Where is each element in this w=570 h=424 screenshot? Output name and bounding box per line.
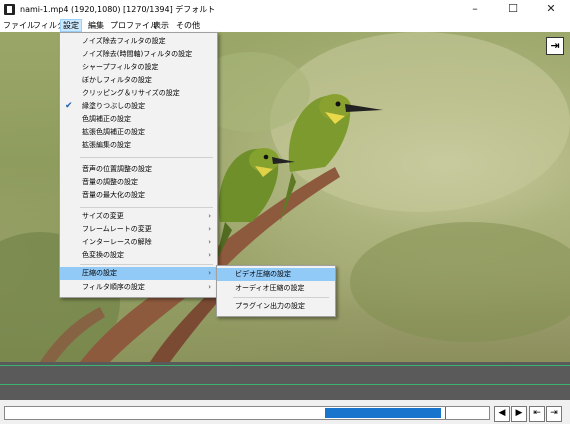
menu-item-color-conversion[interactable]: 色変換の設定 › — [60, 249, 217, 262]
minimize-icon[interactable]: – — [456, 0, 494, 19]
menu-item-sharpen-filter[interactable]: シャープフィルタの設定 — [60, 61, 217, 74]
submenu-arrow-icon: › — [208, 238, 211, 246]
menu-item-temporal-noise-filter[interactable]: ノイズ除去(時間軸)フィルタの設定 — [60, 48, 217, 61]
title-bar: nami-1.mp4 (1920,1080) [1270/1394] デフォルト… — [0, 0, 570, 19]
menu-item-plugin-output[interactable]: プラグイン出力の設定 — [217, 300, 335, 313]
submenu-arrow-icon: › — [208, 269, 211, 277]
seek-bar-marker — [445, 407, 446, 419]
seek-bar-fill — [325, 408, 441, 418]
menu-item-volume-maximize[interactable]: 音量の最大化の設定 — [60, 189, 217, 202]
window-title: nami-1.mp4 (1920,1080) [1270/1394] デフォルト — [20, 5, 216, 14]
menu-bar: ファイル フィルタ 設定 編集 プロファイル 表示 その他 — [0, 19, 570, 32]
menu-separator — [80, 207, 213, 208]
menu-item-border-fill[interactable]: ✔ 縁塗りつぶしの設定 — [60, 100, 217, 113]
menu-item-filter-order[interactable]: フィルタ順序の設定 › — [60, 281, 217, 294]
menu-item-extended-edit[interactable]: 拡張編集の設定 — [60, 139, 217, 152]
menu-item-blur-filter[interactable]: ぼかしフィルタの設定 — [60, 74, 217, 87]
seek-bar[interactable] — [4, 406, 490, 420]
skip-end-icon[interactable]: ⇥ — [546, 406, 562, 422]
app-icon[interactable] — [4, 4, 15, 15]
next-frame-icon[interactable]: ▶ — [511, 406, 527, 422]
menu-item-video-compression[interactable]: ビデオ圧縮の設定 — [217, 268, 335, 281]
timeline-line — [0, 384, 570, 385]
skip-start-icon[interactable]: ⇤ — [529, 406, 545, 422]
menu-view[interactable]: 表示 — [151, 19, 171, 32]
menu-item-size-change[interactable]: サイズの変更 › — [60, 210, 217, 223]
playback-controls: ◀​ ▶ ⇤ ⇥ — [0, 400, 570, 424]
menu-item-audio-position[interactable]: 音声の位置調整の設定 — [60, 163, 217, 176]
menu-item-clipping-resize[interactable]: クリッピング＆リサイズの設定 — [60, 87, 217, 100]
menu-item-frame-rate[interactable]: フレームレートの変更 › — [60, 223, 217, 236]
menu-separator — [233, 297, 329, 298]
submenu-arrow-icon: › — [208, 212, 211, 220]
menu-item-color-correction[interactable]: 色調補正の設定 — [60, 113, 217, 126]
menu-separator — [80, 157, 213, 158]
prev-frame-icon[interactable]: ◀​ — [494, 406, 510, 422]
menu-item-deinterlace[interactable]: インターレースの解除 › — [60, 236, 217, 249]
menu-edit[interactable]: 編集 — [86, 19, 106, 32]
timeline-area — [0, 362, 570, 400]
compression-submenu: ビデオ圧縮の設定 オーディオ圧縮の設定 プラグイン出力の設定 — [216, 265, 336, 317]
menu-item-volume-adjust[interactable]: 音量の調整の設定 — [60, 176, 217, 189]
menu-item-extended-color-correction[interactable]: 拡張色調補正の設定 — [60, 126, 217, 139]
menu-settings[interactable]: 設定 — [60, 19, 82, 32]
maximize-icon[interactable]: ☐ — [494, 0, 532, 19]
settings-menu: ノイズ除去フィルタの設定 ノイズ除去(時間軸)フィルタの設定 シャープフィルタの… — [59, 32, 218, 298]
checkmark-icon: ✔ — [65, 101, 73, 111]
menu-item-noise-filter[interactable]: ノイズ除去フィルタの設定 — [60, 35, 217, 48]
menu-item-compression[interactable]: 圧縮の設定 › — [60, 267, 217, 280]
submenu-arrow-icon: › — [208, 251, 211, 259]
close-icon[interactable]: ✕ — [532, 0, 570, 19]
menu-separator — [80, 264, 213, 265]
menu-item-audio-compression[interactable]: オーディオ圧縮の設定 — [217, 282, 335, 295]
export-arrow-icon[interactable]: ⇥ — [546, 37, 564, 55]
menu-other[interactable]: その他 — [174, 19, 202, 32]
submenu-arrow-icon: › — [208, 283, 211, 291]
timeline-line — [0, 365, 570, 366]
submenu-arrow-icon: › — [208, 225, 211, 233]
